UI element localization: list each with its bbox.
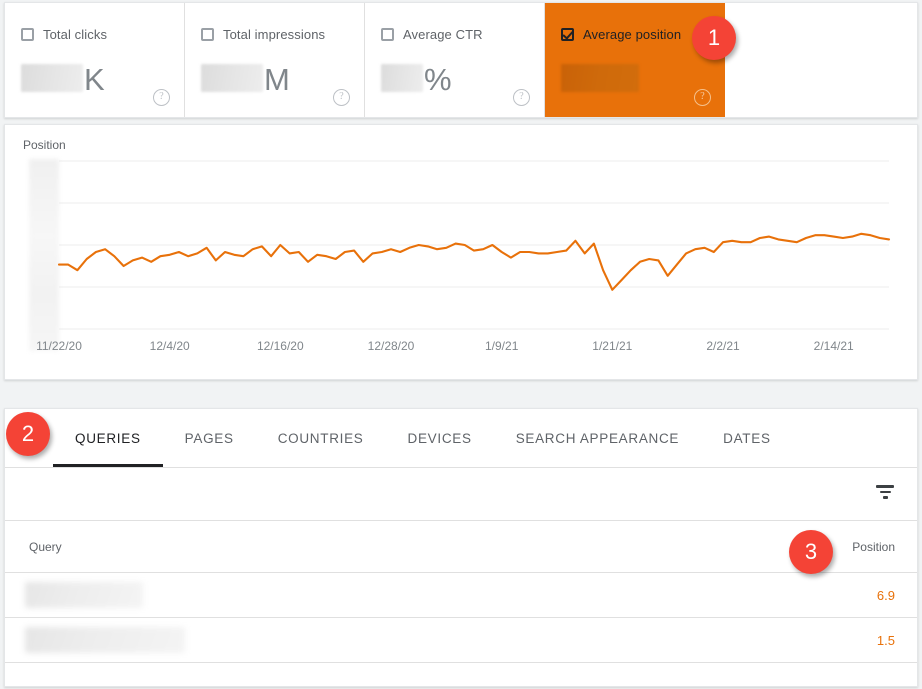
step-badge-1: 1 [692, 16, 736, 60]
metric-value [561, 55, 709, 95]
position-line-chart: 11/22/20 12/4/20 12/16/20 12/28/20 1/9/21 1/2… [36, 160, 891, 353]
tab-label: DATES [723, 430, 771, 446]
svg-text:11/22/20: 11/22/20 [36, 339, 82, 353]
tab-devices[interactable]: DEVICES [386, 409, 494, 467]
checkbox-unchecked-icon[interactable] [381, 27, 394, 41]
tab-label: DEVICES [407, 430, 472, 446]
metric-value-redacted [381, 64, 423, 92]
screenshot-root: Total clicks K? Total impressions M? Average… [0, 0, 922, 689]
svg-text:2/14/21: 2/14/21 [814, 339, 854, 353]
chart-x-tick-labels: 11/22/20 12/4/20 12/16/20 12/28/20 1/9/21 1/2… [36, 339, 854, 353]
metric-card-average-position[interactable]: Average position? [545, 3, 725, 117]
chart-gridlines [59, 160, 889, 330]
checkbox-checked-icon[interactable] [561, 27, 574, 41]
metric-label: Average position [583, 26, 682, 42]
checkbox-unchecked-icon[interactable] [201, 27, 214, 41]
column-header-query[interactable]: Query [29, 540, 62, 554]
table-body: 6.9 1.5 [5, 573, 917, 663]
column-header-position[interactable]: Position [852, 540, 895, 554]
metric-unit: M [264, 62, 290, 97]
cell-position: 1.5 [876, 632, 895, 648]
help-circle-icon[interactable]: ? [513, 89, 530, 106]
tab-label: QUERIES [75, 430, 141, 446]
cell-query-redacted [25, 627, 185, 653]
step-badge-3: 3 [789, 530, 833, 574]
chart-plot-area[interactable]: 11/22/20 12/4/20 12/16/20 12/28/20 1/9/21 1/2… [5, 155, 919, 377]
metric-label: Total impressions [223, 26, 326, 42]
metric-card-total-impressions[interactable]: Total impressions M? [185, 3, 365, 117]
metric-value-redacted [21, 64, 83, 92]
filter-row [5, 468, 917, 521]
step-badge-2: 2 [6, 412, 50, 456]
metric-value-redacted [201, 64, 263, 92]
dimension-table-panel: QUERIES PAGES COUNTRIES DEVICES SEARCH APPEA… [4, 408, 918, 687]
tab-pages[interactable]: PAGES [163, 409, 256, 467]
performance-chart-panel: Position 11/22/20 12/4/20 12/16/20 12/28/20… [4, 124, 918, 380]
cell-query-redacted [25, 582, 143, 608]
metric-label: Total clicks [43, 26, 108, 42]
chart-series-line [57, 232, 891, 291]
metric-card-average-ctr[interactable]: Average CTR%? [365, 3, 545, 117]
tab-countries[interactable]: COUNTRIES [256, 409, 386, 467]
metric-value: % [381, 55, 528, 95]
svg-text:1/9/21: 1/9/21 [485, 339, 519, 353]
svg-text:12/4/20: 12/4/20 [150, 339, 190, 353]
svg-text:12/28/20: 12/28/20 [368, 339, 415, 353]
filter-list-icon[interactable] [875, 485, 895, 501]
svg-text:1/21/21: 1/21/21 [592, 339, 632, 353]
dimension-tabs: QUERIES PAGES COUNTRIES DEVICES SEARCH APPEA… [5, 409, 917, 468]
cell-position: 6.9 [876, 587, 895, 603]
metrics-summary-panel: Total clicks K? Total impressions M? Average… [4, 2, 918, 118]
metric-card-total-clicks[interactable]: Total clicks K? [5, 3, 185, 117]
help-circle-icon[interactable]: ? [333, 89, 350, 106]
help-circle-icon[interactable]: ? [694, 89, 711, 106]
svg-text:2/2/21: 2/2/21 [706, 339, 740, 353]
checkbox-unchecked-icon[interactable] [21, 27, 34, 41]
tab-queries[interactable]: QUERIES [53, 409, 163, 467]
metric-value: K [21, 55, 168, 95]
svg-text:12/16/20: 12/16/20 [257, 339, 304, 353]
table-row[interactable]: 6.9 [5, 573, 917, 618]
table-header-row: Query Position [5, 521, 917, 573]
metric-unit: K [84, 62, 105, 97]
metric-value: M [201, 55, 348, 95]
tab-label: COUNTRIES [277, 430, 364, 446]
tab-label: PAGES [184, 430, 234, 446]
metric-head: Average position [561, 25, 709, 43]
tab-search-appearance[interactable]: SEARCH APPEARANCE [494, 409, 701, 467]
metric-head: Average CTR [381, 25, 528, 43]
tab-dates[interactable]: DATES [701, 409, 793, 467]
metric-value-redacted [561, 64, 639, 92]
tab-label: SEARCH APPEARANCE [515, 430, 680, 446]
chart-axis-title: Position [23, 138, 66, 152]
help-circle-icon[interactable]: ? [153, 89, 170, 106]
table-row[interactable]: 1.5 [5, 618, 917, 663]
metric-head: Total clicks [21, 25, 168, 43]
metric-unit: % [424, 62, 452, 97]
metric-label: Average CTR [403, 26, 483, 42]
metric-head: Total impressions [201, 25, 348, 43]
